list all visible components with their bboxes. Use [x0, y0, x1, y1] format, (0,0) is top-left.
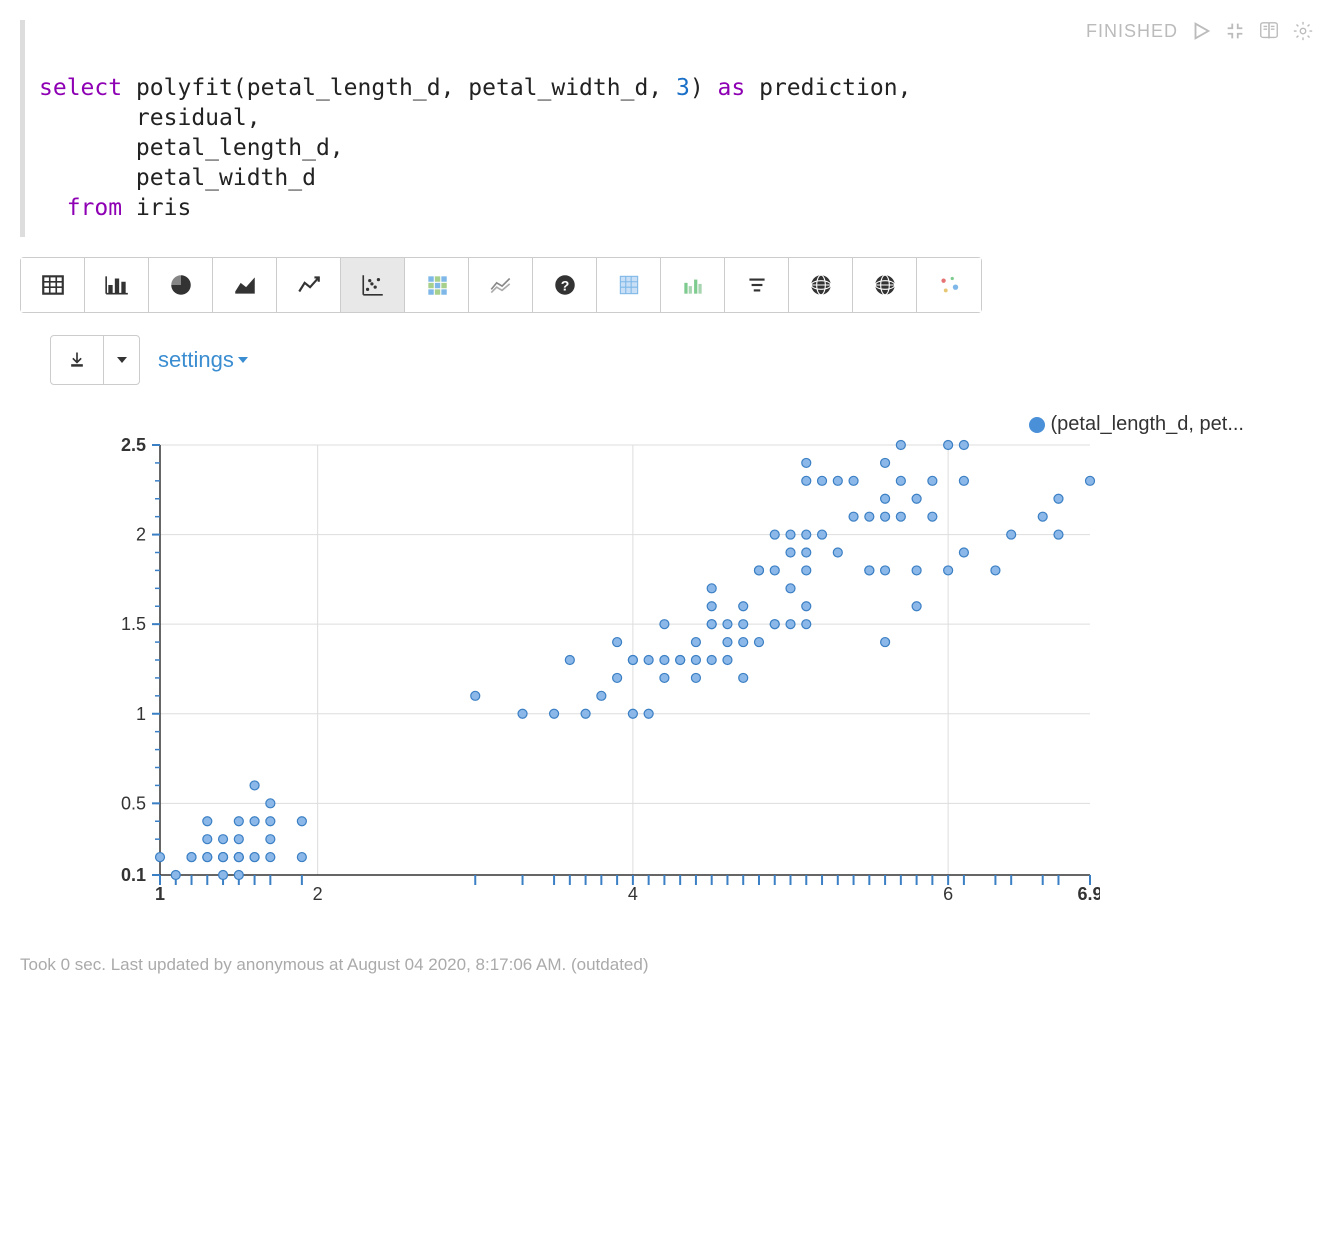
svg-text:6.9: 6.9 [1077, 884, 1100, 904]
viz-line-icon[interactable] [277, 258, 341, 312]
svg-text:1.5: 1.5 [121, 615, 146, 635]
viz-scatter-icon[interactable] [341, 258, 405, 312]
svg-text:0.5: 0.5 [121, 794, 146, 814]
collapse-icon[interactable] [1224, 20, 1246, 42]
legend-dot-icon [1029, 417, 1045, 433]
book-icon[interactable] [1258, 20, 1280, 42]
viz-globe2-icon[interactable] [853, 258, 917, 312]
viz-bar-icon[interactable] [85, 258, 149, 312]
settings-row: settings [20, 335, 1314, 385]
viz-toolbar: ? [20, 257, 982, 313]
svg-text:2: 2 [313, 884, 323, 904]
viz-grid-icon[interactable] [597, 258, 661, 312]
notebook-cell: FINISHED select polyfit(petal_len [20, 20, 1314, 237]
legend-label: (petal_length_d, pet... [1051, 413, 1244, 436]
viz-grouped-bar-icon[interactable] [661, 258, 725, 312]
svg-text:?: ? [560, 278, 569, 294]
settings-link[interactable]: settings [158, 347, 248, 373]
cell-status: FINISHED [1086, 21, 1178, 42]
viz-pie-icon[interactable] [149, 258, 213, 312]
download-dropdown[interactable] [103, 336, 139, 384]
chart-svg: 0.1 0.5 1 1.5 2 2.5 1 2 4 6 6.9 [80, 415, 1100, 915]
viz-heatmap-icon[interactable] [405, 258, 469, 312]
svg-text:1: 1 [136, 704, 146, 724]
run-icon[interactable] [1190, 20, 1212, 42]
cell-controls: FINISHED [1086, 20, 1314, 42]
svg-text:2.5: 2.5 [121, 435, 146, 455]
caret-down-icon [238, 357, 248, 363]
svg-text:2: 2 [136, 525, 146, 545]
svg-text:4: 4 [628, 884, 638, 904]
viz-area-icon[interactable] [213, 258, 277, 312]
code-editor[interactable]: select polyfit(petal_length_d, petal_wid… [39, 24, 1314, 233]
scatter-chart: (petal_length_d, pet... 0.1 0.5 1 1.5 2 2.5 1 2… [80, 415, 1314, 915]
gear-icon[interactable] [1292, 20, 1314, 42]
svg-text:6: 6 [943, 884, 953, 904]
cell-footer: Took 0 sec. Last updated by anonymous at… [20, 955, 1314, 975]
svg-text:0.1: 0.1 [121, 865, 146, 885]
viz-bubble-icon[interactable] [917, 258, 981, 312]
viz-text-icon[interactable] [725, 258, 789, 312]
download-button[interactable] [51, 336, 103, 384]
chart-legend[interactable]: (petal_length_d, pet... [1029, 413, 1244, 436]
download-group [50, 335, 140, 385]
viz-help-icon[interactable]: ? [533, 258, 597, 312]
viz-table-icon[interactable] [21, 258, 85, 312]
svg-text:1: 1 [155, 884, 165, 904]
viz-globe-icon[interactable] [789, 258, 853, 312]
viz-multiline-icon[interactable] [469, 258, 533, 312]
